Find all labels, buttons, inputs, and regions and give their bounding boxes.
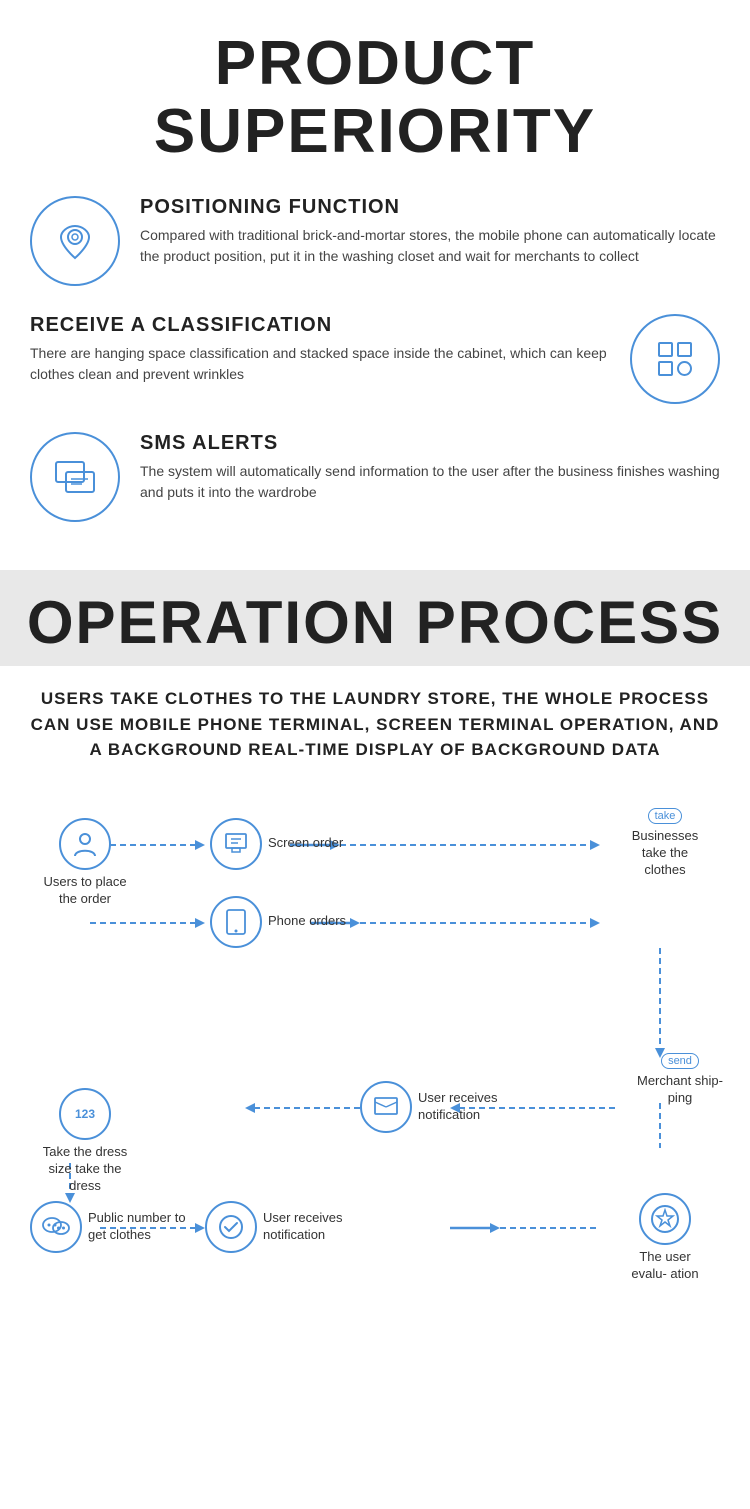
- user-icon: [71, 830, 99, 858]
- feature-classification-title: RECEIVE A CLASSIFICATION: [30, 314, 610, 337]
- grid-icon: [651, 335, 699, 383]
- take-dress-label: Take the dress size take the dress: [40, 1144, 130, 1195]
- node-user-receives-2: User receives notification: [205, 1201, 363, 1253]
- node-screen-order: Screen order: [210, 818, 343, 870]
- public-number-icon-circle: [30, 1201, 82, 1253]
- user-receives-2-icon-circle: [205, 1201, 257, 1253]
- feature-sms: SMS ALERTS The system will automatically…: [30, 432, 720, 522]
- wechat-icon: [42, 1215, 70, 1239]
- feature-positioning: POSITIONING FUNCTION Compared with tradi…: [30, 196, 720, 286]
- user-receives-2-label: User receives notification: [263, 1210, 363, 1244]
- operation-process-section: OPERATION PROCESS: [0, 570, 750, 666]
- process-subtitle: USERS TAKE CLOTHES TO THE LAUNDRY STORE,…: [20, 686, 730, 763]
- user-evaluation-label: The user evalu- ation: [620, 1249, 710, 1283]
- phone-icon: [225, 909, 247, 935]
- flow-diagram: Users to place the order Screen order ta…: [20, 793, 730, 1293]
- take-tag: take: [648, 808, 683, 824]
- feature-positioning-title: POSITIONING FUNCTION: [140, 196, 720, 219]
- merchant-shipping-label: Merchant ship- ping: [635, 1073, 725, 1107]
- businesses-take-label: Businesses take the clothes: [620, 828, 710, 879]
- feature-sms-title: SMS ALERTS: [140, 432, 720, 455]
- feature-positioning-text: POSITIONING FUNCTION Compared with tradi…: [140, 196, 720, 267]
- feature-classification: RECEIVE A CLASSIFICATION There are hangi…: [30, 314, 720, 404]
- notification-icon: [373, 1096, 399, 1118]
- user-evaluation-icon-circle: [639, 1193, 691, 1245]
- location-icon: [52, 218, 98, 264]
- operation-title: OPERATION PROCESS: [20, 590, 730, 656]
- feature-classification-text: RECEIVE A CLASSIFICATION There are hangi…: [30, 314, 610, 385]
- star-icon: [650, 1204, 680, 1234]
- user-icon-circle: [59, 818, 111, 870]
- screen-icon: [223, 831, 249, 857]
- public-number-label: Public number to get clothes: [88, 1210, 188, 1244]
- screen-order-icon-circle: [210, 818, 262, 870]
- feature-sms-desc: The system will automatically send infor…: [140, 461, 720, 503]
- node-phone-orders: Phone orders: [210, 896, 346, 948]
- node-businesses-take: take Businesses take the clothes: [620, 808, 710, 879]
- positioning-icon-circle: [30, 196, 120, 286]
- node-send: send Merchant ship- ping: [635, 1053, 725, 1107]
- phone-orders-label: Phone orders: [268, 913, 346, 930]
- classification-icon-circle: [630, 314, 720, 404]
- screen-order-label: Screen order: [268, 835, 343, 852]
- send-tag: send: [661, 1053, 699, 1069]
- node-user-order: Users to place the order: [40, 818, 130, 908]
- feature-sms-text: SMS ALERTS The system will automatically…: [140, 432, 720, 503]
- user-receives-1-icon-circle: [360, 1081, 412, 1133]
- product-superiority-section: PRODUCTSUPERIORITY POSITIONING FUNCTION …: [0, 0, 750, 570]
- sms-icon: [52, 454, 98, 500]
- node-user-receives-1: User receives notification: [360, 1081, 518, 1133]
- feature-positioning-desc: Compared with traditional brick-and-mort…: [140, 225, 720, 267]
- check-icon: [218, 1214, 244, 1240]
- sms-icon-circle: [30, 432, 120, 522]
- user-receives-1-label: User receives notification: [418, 1090, 518, 1124]
- node-public-number: Public number to get clothes: [30, 1201, 188, 1253]
- node-take-dress: 123 Take the dress size take the dress: [40, 1088, 130, 1195]
- phone-order-icon-circle: [210, 896, 262, 948]
- page-title: PRODUCTSUPERIORITY: [30, 30, 720, 166]
- process-detail-section: USERS TAKE CLOTHES TO THE LAUNDRY STORE,…: [0, 666, 750, 1333]
- feature-classification-desc: There are hanging space classification a…: [30, 343, 610, 385]
- user-order-label: Users to place the order: [40, 874, 130, 908]
- take-dress-icon-circle: 123: [59, 1088, 111, 1140]
- node-user-evaluation: The user evalu- ation: [620, 1193, 710, 1283]
